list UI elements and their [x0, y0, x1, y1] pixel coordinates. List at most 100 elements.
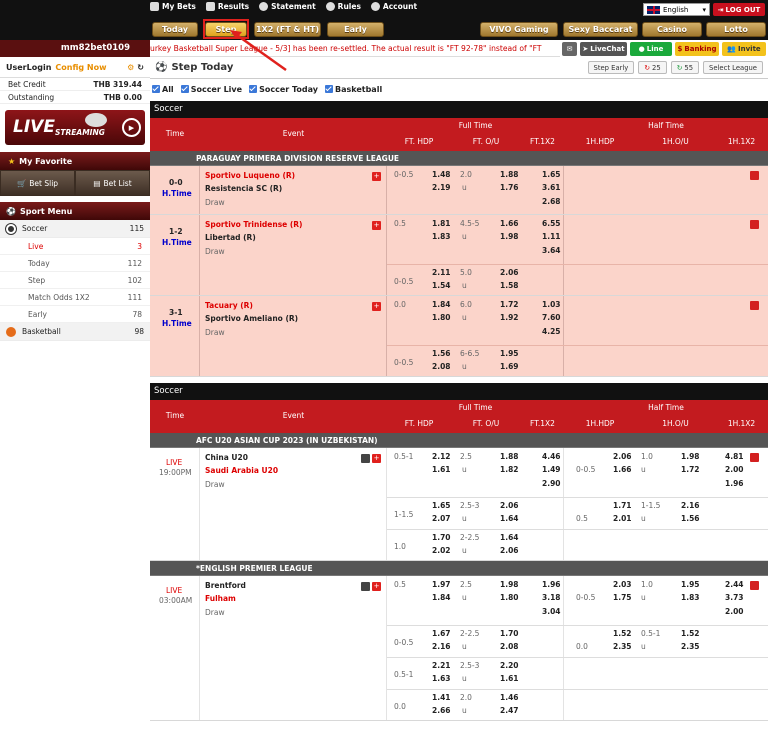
favorite-add-icon[interactable]: +: [372, 302, 381, 311]
odds-cell[interactable]: 4.5-5: [460, 219, 479, 228]
odds-cell[interactable]: 1.71: [613, 501, 632, 510]
odds-cell[interactable]: 1.97: [432, 580, 451, 589]
soccer-today[interactable]: Today 112: [0, 255, 150, 272]
refresh-icon[interactable]: ↻: [137, 63, 144, 72]
odds-cell[interactable]: 1.80: [500, 593, 519, 602]
league-header[interactable]: *ENGLISH PREMIER LEAGUE: [150, 561, 768, 576]
odds-cell[interactable]: 0.5: [394, 219, 406, 228]
odds-cell[interactable]: 1.95: [500, 349, 519, 358]
logout-button[interactable]: ⇥ LOG OUT: [713, 3, 765, 16]
sport-soccer[interactable]: Soccer 115: [0, 220, 150, 238]
odds-cell[interactable]: 2.5-3: [460, 661, 479, 670]
my-favorite-header[interactable]: ★ My Favorite: [0, 152, 150, 170]
odds-cell[interactable]: 2.68: [542, 197, 561, 206]
odds-cell[interactable]: 1.98: [681, 452, 700, 461]
odds-cell[interactable]: 1.84: [432, 300, 451, 309]
odds-cell[interactable]: 2.06: [500, 546, 519, 555]
odds-cell[interactable]: u: [462, 313, 467, 322]
odds-cell[interactable]: 2.16: [681, 501, 700, 510]
nav-lotto[interactable]: Lotto: [706, 22, 766, 37]
odds-cell[interactable]: 6-6.5: [460, 349, 479, 358]
odds-cell[interactable]: 4.81: [725, 452, 744, 461]
odds-cell[interactable]: 2.11: [432, 268, 451, 277]
odds-cell[interactable]: 1.83: [432, 232, 451, 241]
odds-cell[interactable]: 4.25: [542, 327, 561, 336]
odds-cell[interactable]: u: [462, 546, 467, 555]
stats-chart-icon[interactable]: [750, 453, 759, 462]
away-team[interactable]: Resistencia SC (R): [205, 184, 282, 193]
odds-cell[interactable]: 2.02: [432, 546, 451, 555]
odds-cell[interactable]: 2.12: [432, 452, 451, 461]
odds-cell[interactable]: 0-0.5: [394, 638, 413, 647]
odds-cell[interactable]: 2.5: [460, 452, 472, 461]
odds-cell[interactable]: 1.92: [500, 313, 519, 322]
odds-cell[interactable]: 2.66: [432, 706, 451, 715]
odds-cell[interactable]: u: [462, 465, 467, 474]
odds-cell[interactable]: 2-2.5: [460, 533, 479, 542]
odds-cell[interactable]: 1.75: [613, 593, 632, 602]
odds-cell[interactable]: 0-0.5: [394, 277, 413, 286]
favorite-add-icon[interactable]: +: [372, 582, 381, 591]
odds-cell[interactable]: 3.18: [542, 593, 561, 602]
odds-cell[interactable]: 1.58: [500, 281, 519, 290]
odds-cell[interactable]: u: [462, 514, 467, 523]
odds-cell[interactable]: 1.65: [542, 170, 561, 179]
tv-icon[interactable]: [361, 454, 370, 463]
results-link[interactable]: Results: [205, 2, 249, 11]
away-team[interactable]: Saudi Arabia U20: [205, 466, 278, 475]
odds-cell[interactable]: 1.52: [681, 629, 700, 638]
my-bets-link[interactable]: My Bets: [150, 2, 196, 11]
odds-cell[interactable]: 1.70: [432, 533, 451, 542]
bet-list-tab[interactable]: ▤ Bet List: [75, 170, 150, 196]
odds-cell[interactable]: u: [462, 642, 467, 651]
odds-cell[interactable]: 1-1.5: [394, 510, 413, 519]
soccer-early[interactable]: Early 78: [0, 306, 150, 323]
odds-cell[interactable]: u: [462, 281, 467, 290]
filter-basketball[interactable]: Basketball: [324, 85, 382, 94]
odds-cell[interactable]: 2.90: [542, 479, 561, 488]
odds-cell[interactable]: 2.44: [725, 580, 744, 589]
soccer-live[interactable]: Live 3: [0, 238, 150, 255]
bet-slip-tab[interactable]: 🛒 Bet Slip: [0, 170, 75, 196]
soccer-step[interactable]: Step 102: [0, 272, 150, 289]
nav-sexy-baccarat[interactable]: Sexy Baccarat: [563, 22, 638, 37]
odds-cell[interactable]: 2.08: [432, 362, 451, 371]
odds-cell[interactable]: 1.88: [500, 170, 519, 179]
sport-basketball[interactable]: Basketball 98: [0, 323, 150, 341]
odds-cell[interactable]: 1.11: [542, 232, 561, 241]
odds-cell[interactable]: 1.70: [500, 629, 519, 638]
odds-cell[interactable]: 2.21: [432, 661, 451, 670]
odds-cell[interactable]: u: [462, 593, 467, 602]
tv-icon[interactable]: [361, 582, 370, 591]
odds-cell[interactable]: 1.56: [432, 349, 451, 358]
league-header[interactable]: AFC U20 ASIAN CUP 2023 (IN UZBEKISTAN): [150, 433, 768, 448]
odds-cell[interactable]: 0.5-1: [394, 452, 413, 461]
odds-cell[interactable]: 1.72: [681, 465, 700, 474]
odds-cell[interactable]: u: [462, 232, 467, 241]
odds-cell[interactable]: 0-0.5: [576, 465, 595, 474]
odds-cell[interactable]: 1.0: [394, 542, 406, 551]
odds-cell[interactable]: 2.35: [613, 642, 632, 651]
stats-chart-icon[interactable]: [750, 171, 759, 180]
odds-cell[interactable]: 3.04: [542, 607, 561, 616]
odds-cell[interactable]: 6.55: [542, 219, 561, 228]
odds-cell[interactable]: 2.06: [500, 268, 519, 277]
filter-soccer-live[interactable]: Soccer Live: [180, 85, 242, 94]
mail-button[interactable]: ✉: [562, 42, 577, 56]
odds-cell[interactable]: 2.5: [460, 580, 472, 589]
home-team[interactable]: China U20: [205, 453, 248, 462]
odds-cell[interactable]: 1.61: [432, 465, 451, 474]
odds-cell[interactable]: 1.56: [681, 514, 700, 523]
odds-cell[interactable]: 2.5-3: [460, 501, 479, 510]
odds-cell[interactable]: 1.64: [500, 533, 519, 542]
account-link[interactable]: Account: [370, 2, 417, 11]
odds-cell[interactable]: 6.0: [460, 300, 472, 309]
odds-cell[interactable]: 5.0: [460, 268, 472, 277]
odds-cell[interactable]: 2.35: [681, 642, 700, 651]
odds-cell[interactable]: 0.5-1: [394, 670, 413, 679]
favorite-add-icon[interactable]: +: [372, 454, 381, 463]
away-team[interactable]: Sportivo Ameliano (R): [205, 314, 298, 323]
odds-cell[interactable]: 1.61: [500, 674, 519, 683]
odds-cell[interactable]: 1.80: [432, 313, 451, 322]
away-team[interactable]: Libertad (R): [205, 233, 256, 242]
